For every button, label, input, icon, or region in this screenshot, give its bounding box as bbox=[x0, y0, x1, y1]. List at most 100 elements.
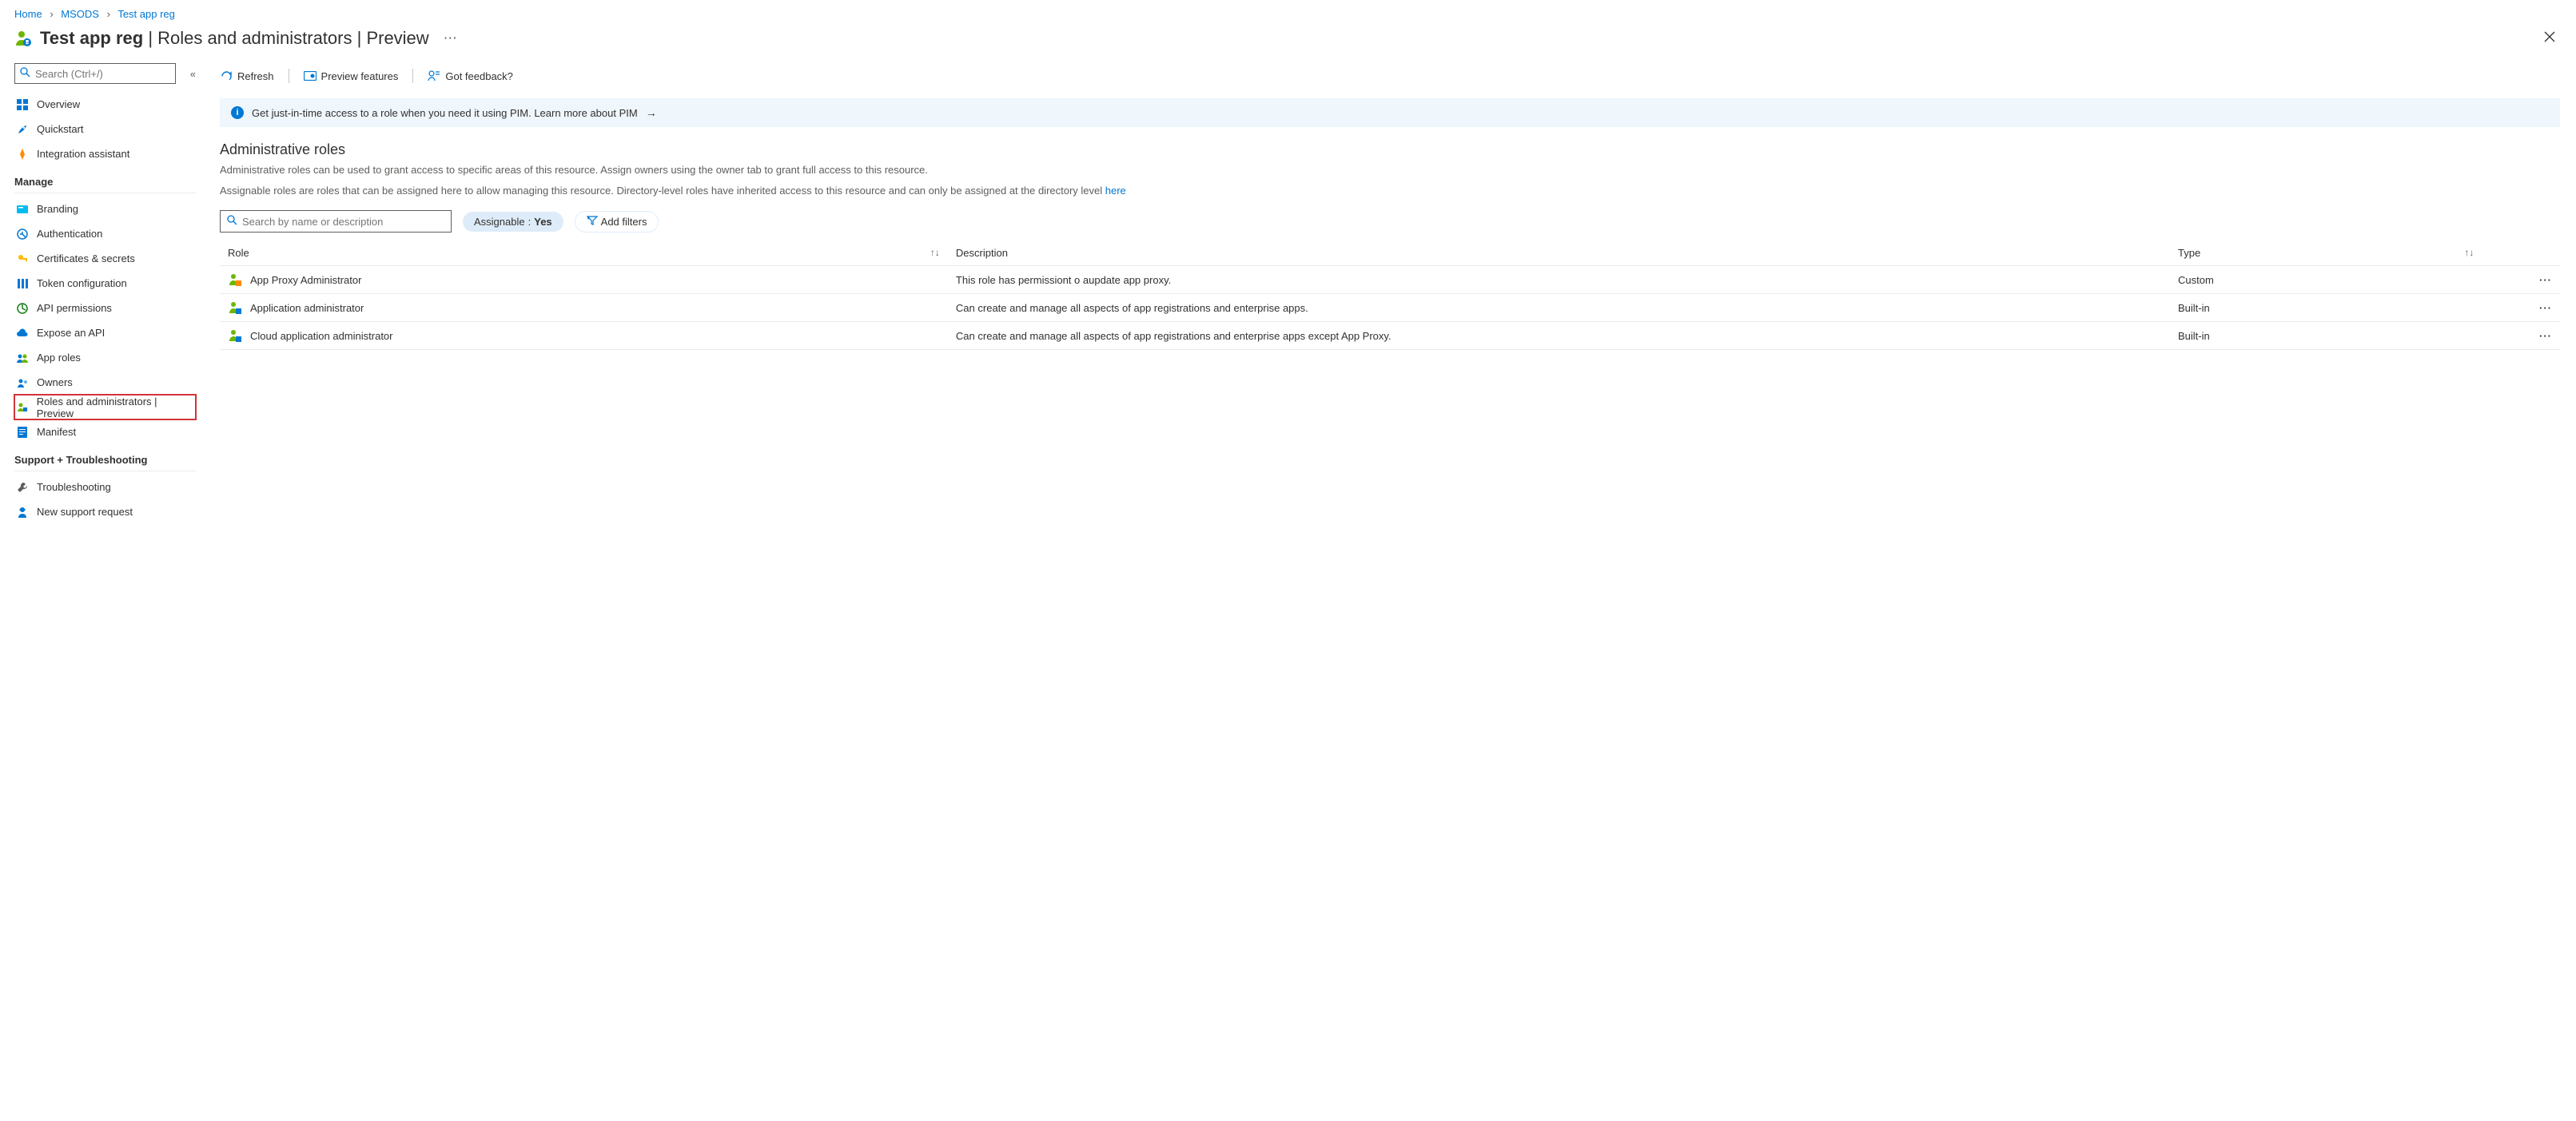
rocket-icon bbox=[16, 123, 29, 136]
sidebar-item-app-roles[interactable]: App roles bbox=[14, 345, 196, 370]
row-more-icon[interactable]: ··· bbox=[2482, 322, 2560, 350]
owners-icon bbox=[16, 376, 29, 389]
app-registration-icon bbox=[14, 30, 32, 47]
section-title: Administrative roles bbox=[220, 141, 2560, 158]
sidebar-item-label: Certificates & secrets bbox=[37, 252, 135, 264]
breadcrumb: Home › MSODS › Test app reg bbox=[0, 0, 2576, 23]
sidebar-search[interactable] bbox=[14, 63, 176, 84]
refresh-label: Refresh bbox=[237, 70, 274, 82]
sidebar-item-label: Token configuration bbox=[37, 277, 127, 289]
overview-icon bbox=[16, 98, 29, 111]
sidebar-item-manifest[interactable]: Manifest bbox=[14, 419, 196, 444]
here-link[interactable]: here bbox=[1105, 185, 1126, 197]
role-description: Can create and manage all aspects of app… bbox=[948, 294, 2170, 322]
breadcrumb-app[interactable]: Test app reg bbox=[117, 8, 175, 20]
preview-icon bbox=[304, 70, 317, 82]
add-filters-button[interactable]: Add filters bbox=[575, 211, 659, 233]
row-more-icon[interactable]: ··· bbox=[2482, 266, 2560, 294]
sidebar-item-label: Owners bbox=[37, 376, 73, 388]
sidebar-item-label: Branding bbox=[37, 203, 78, 215]
breadcrumb-org[interactable]: MSODS bbox=[61, 8, 99, 20]
sidebar-item-label: App roles bbox=[37, 352, 81, 364]
preview-features-button[interactable]: Preview features bbox=[304, 70, 399, 82]
arrow-right-icon: → bbox=[646, 106, 657, 119]
role-name: App Proxy Administrator bbox=[250, 274, 361, 286]
assignable-filter-pill[interactable]: Assignable : Yes bbox=[463, 212, 563, 232]
wrench-icon bbox=[16, 481, 29, 494]
sidebar-item-api-permissions[interactable]: API permissions bbox=[14, 296, 196, 320]
sidebar-item-authentication[interactable]: Authentication bbox=[14, 221, 196, 246]
col-role[interactable]: Role↑↓ bbox=[220, 240, 948, 266]
support-icon bbox=[16, 506, 29, 519]
page-title: Test app reg | Roles and administrators … bbox=[40, 28, 429, 49]
cloud-icon bbox=[16, 327, 29, 340]
role-icon bbox=[228, 272, 242, 287]
token-icon bbox=[16, 277, 29, 290]
sidebar-item-label: API permissions bbox=[37, 302, 112, 314]
role-search[interactable] bbox=[220, 210, 452, 233]
role-description: Can create and manage all aspects of app… bbox=[948, 322, 2170, 350]
people-icon bbox=[16, 352, 29, 364]
title-page: Roles and administrators bbox=[157, 28, 352, 48]
sidebar-item-token-config[interactable]: Token configuration bbox=[14, 271, 196, 296]
role-icon bbox=[228, 300, 242, 315]
key-icon bbox=[16, 252, 29, 265]
table-row[interactable]: App Proxy Administrator This role has pe… bbox=[220, 266, 2560, 294]
sort-icon: ↑↓ bbox=[2464, 247, 2474, 258]
sidebar-search-input[interactable] bbox=[35, 68, 170, 80]
table-row[interactable]: Application administrator Can create and… bbox=[220, 294, 2560, 322]
refresh-icon bbox=[220, 70, 233, 82]
manifest-icon bbox=[16, 426, 29, 439]
sidebar-item-overview[interactable]: Overview bbox=[14, 92, 196, 117]
collapse-sidebar-icon[interactable]: « bbox=[190, 68, 196, 80]
sidebar-item-label: Integration assistant bbox=[37, 148, 129, 160]
title-app-name: Test app reg bbox=[40, 28, 143, 48]
sort-icon: ↑↓ bbox=[930, 247, 940, 258]
filter-key: Assignable bbox=[474, 216, 525, 228]
col-type[interactable]: Type↑↓ bbox=[2170, 240, 2482, 266]
sidebar-item-label: Overview bbox=[37, 98, 80, 110]
authentication-icon bbox=[16, 228, 29, 240]
role-description: This role has permissiont o aupdate app … bbox=[948, 266, 2170, 294]
sidebar-item-roles-admins[interactable]: Roles and administrators | Preview bbox=[14, 395, 196, 419]
sidebar-item-troubleshooting[interactable]: Troubleshooting bbox=[14, 475, 196, 499]
close-button[interactable] bbox=[2538, 28, 2562, 49]
banner-text: Get just-in-time access to a role when y… bbox=[252, 107, 638, 119]
sidebar-item-branding[interactable]: Branding bbox=[14, 197, 196, 221]
feedback-button[interactable]: Got feedback? bbox=[428, 70, 513, 82]
rocket-assistant-icon bbox=[16, 148, 29, 161]
sidebar-item-label: Expose an API bbox=[37, 327, 105, 339]
sidebar-item-label: Authentication bbox=[37, 228, 102, 240]
pim-info-banner[interactable]: i Get just-in-time access to a role when… bbox=[220, 98, 2560, 127]
sidebar-item-integration-assistant[interactable]: Integration assistant bbox=[14, 141, 196, 166]
preview-label: Preview features bbox=[321, 70, 399, 82]
filter-value: Yes bbox=[534, 216, 551, 228]
roles-table: Role↑↓ Description Type↑↓ App Proxy Admi… bbox=[220, 240, 2560, 350]
title-suffix: Preview bbox=[366, 28, 428, 48]
command-bar: Refresh Preview features Got feedback? bbox=[220, 63, 2560, 89]
role-search-input[interactable] bbox=[242, 216, 444, 228]
sidebar-item-certificates[interactable]: Certificates & secrets bbox=[14, 246, 196, 271]
row-more-icon[interactable]: ··· bbox=[2482, 294, 2560, 322]
content: Refresh Preview features Got feedback? i… bbox=[204, 63, 2576, 1121]
sidebar-item-expose-api[interactable]: Expose an API bbox=[14, 320, 196, 345]
feedback-icon bbox=[428, 70, 440, 82]
section-desc-2-text: Assignable roles are roles that can be a… bbox=[220, 185, 1105, 197]
filter-row: Assignable : Yes Add filters bbox=[220, 210, 2560, 233]
sidebar-item-label: New support request bbox=[37, 506, 133, 518]
add-filters-label: Add filters bbox=[601, 216, 647, 228]
sidebar-item-label: Roles and administrators | Preview bbox=[37, 396, 194, 419]
table-row[interactable]: Cloud application administrator Can crea… bbox=[220, 322, 2560, 350]
permissions-icon bbox=[16, 302, 29, 315]
sidebar-item-label: Quickstart bbox=[37, 123, 84, 135]
sidebar-item-quickstart[interactable]: Quickstart bbox=[14, 117, 196, 141]
title-more-icon[interactable]: ⋯ bbox=[444, 30, 457, 46]
sidebar-item-new-support[interactable]: New support request bbox=[14, 499, 196, 524]
search-icon bbox=[227, 215, 237, 228]
refresh-button[interactable]: Refresh bbox=[220, 70, 274, 82]
breadcrumb-home[interactable]: Home bbox=[14, 8, 42, 20]
sidebar-item-owners[interactable]: Owners bbox=[14, 370, 196, 395]
col-description[interactable]: Description bbox=[948, 240, 2170, 266]
branding-icon bbox=[16, 203, 29, 216]
filter-icon bbox=[587, 216, 598, 228]
